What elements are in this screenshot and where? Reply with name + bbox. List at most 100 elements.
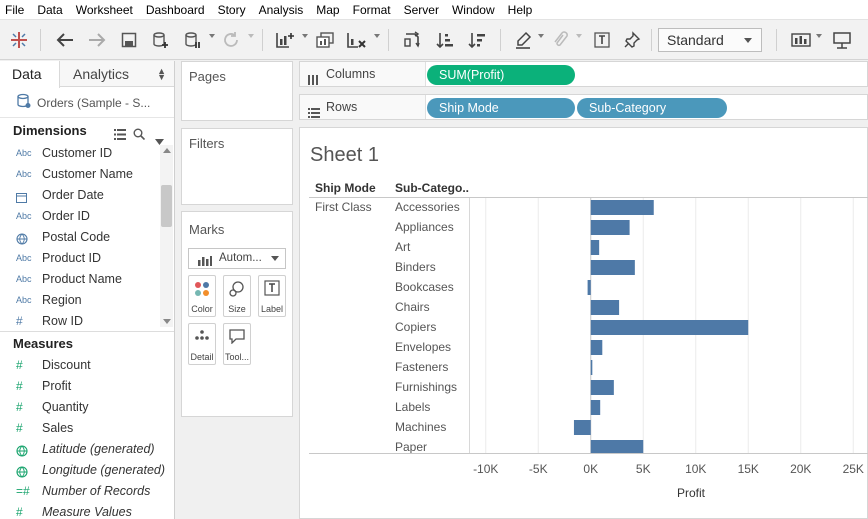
pill-sub-category[interactable]: Sub-Category — [577, 98, 727, 118]
measure-quantity[interactable]: # Quantity — [0, 397, 160, 418]
row-header-ship-mode[interactable]: First Class — [315, 200, 372, 214]
dimension-customer-name[interactable]: Abc Customer Name — [0, 164, 160, 185]
refresh-icon[interactable] — [219, 28, 243, 52]
pill-sum-profit[interactable]: SUM(Profit) — [427, 65, 575, 85]
save-icon[interactable] — [117, 28, 141, 52]
sort-ascending-icon[interactable] — [433, 28, 457, 52]
bar-accessories[interactable] — [590, 200, 654, 215]
pause-updates-icon[interactable] — [181, 28, 205, 52]
row-header-appliances[interactable]: Appliances — [395, 220, 454, 234]
bar-furnishings[interactable] — [590, 380, 614, 395]
measure-profit[interactable]: # Profit — [0, 376, 160, 397]
pill-ship-mode[interactable]: Ship Mode — [427, 98, 575, 118]
fit-mode-dropdown[interactable]: Standard — [658, 28, 762, 52]
dimension-region[interactable]: Abc Region — [0, 290, 160, 311]
bar-copiers[interactable] — [590, 320, 749, 335]
row-header-accessories[interactable]: Accessories — [395, 200, 460, 214]
group-members-icon[interactable] — [548, 28, 572, 52]
size-button[interactable]: Size — [223, 275, 251, 317]
bar-paper[interactable] — [590, 440, 644, 454]
filters-card[interactable]: Filters — [181, 128, 293, 205]
bar-envelopes[interactable] — [590, 340, 603, 355]
bar-bookcases[interactable] — [587, 280, 591, 295]
menu-analysis[interactable]: Analysis — [254, 0, 312, 20]
menu-story[interactable]: Story — [213, 0, 254, 20]
presentation-mode-icon[interactable] — [830, 28, 854, 52]
dimension-product-id[interactable]: Abc Product ID — [0, 248, 160, 269]
menu-format[interactable]: Format — [348, 0, 399, 20]
bar-art[interactable] — [590, 240, 600, 255]
bar-appliances[interactable] — [590, 220, 630, 235]
fix-axes-pin-icon[interactable] — [620, 28, 644, 52]
dimensions-scrollbar[interactable] — [160, 145, 173, 327]
measure-latitude-generated[interactable]: Latitude (generated) — [0, 439, 160, 460]
bar-chairs[interactable] — [590, 300, 620, 315]
row-header-bookcases[interactable]: Bookcases — [395, 280, 454, 294]
highlight-icon[interactable] — [511, 28, 535, 52]
measure-measure-values[interactable]: # Measure Values — [0, 502, 160, 519]
x-tick-label: 5K — [635, 462, 651, 476]
show-mark-labels-icon[interactable] — [590, 28, 614, 52]
ship-mode-header[interactable]: Ship Mode — [315, 181, 376, 195]
row-header-machines[interactable]: Machines — [395, 420, 446, 434]
duplicate-sheet-icon[interactable] — [313, 28, 337, 52]
measure-sales[interactable]: # Sales — [0, 418, 160, 439]
dimension-product-name[interactable]: Abc Product Name — [0, 269, 160, 290]
mark-type-dropdown[interactable]: Autom... — [188, 248, 286, 269]
menu-map[interactable]: Map — [311, 0, 347, 20]
undo-icon[interactable] — [53, 28, 77, 52]
dimension-order-id[interactable]: Abc Order ID — [0, 206, 160, 227]
dimension-order-date[interactable]: Order Date — [0, 185, 160, 206]
x-tick-label: 0K — [583, 462, 599, 476]
color-button[interactable]: Color — [188, 275, 216, 317]
row-header-labels[interactable]: Labels — [395, 400, 430, 414]
row-header-chairs[interactable]: Chairs — [395, 300, 430, 314]
row-header-envelopes[interactable]: Envelopes — [395, 340, 451, 354]
label-button[interactable]: Label — [258, 275, 286, 317]
tab-menu-icon[interactable]: ▲ ▼ — [157, 67, 166, 82]
pages-card[interactable]: Pages — [181, 61, 293, 121]
new-worksheet-icon[interactable] — [273, 28, 297, 52]
x-axis-title[interactable]: Profit — [677, 486, 705, 500]
row-header-art[interactable]: Art — [395, 240, 410, 254]
dimension-row-id[interactable]: # Row ID — [0, 311, 160, 332]
rows-shelf[interactable]: Rows Ship Mode Sub-Category — [299, 94, 868, 120]
bar-binders[interactable] — [590, 260, 635, 275]
menu-dashboard[interactable]: Dashboard — [141, 0, 213, 20]
swap-rows-columns-icon[interactable] — [400, 28, 424, 52]
redo-icon[interactable] — [85, 28, 109, 52]
measure-longitude-generated[interactable]: Longitude (generated) — [0, 460, 165, 481]
menu-window[interactable]: Window — [447, 0, 503, 20]
clear-sheet-icon[interactable] — [345, 28, 369, 52]
measure-discount[interactable]: # Discount — [0, 355, 160, 376]
show-cards-icon[interactable] — [789, 28, 813, 52]
sheet-title[interactable]: Sheet 1 — [310, 144, 379, 167]
row-header-binders[interactable]: Binders — [395, 260, 436, 274]
measure-number-of-records[interactable]: =# Number of Records — [0, 481, 160, 502]
tableau-logo-icon[interactable] — [8, 28, 30, 52]
tab-analytics[interactable]: Analytics ▲ ▼ — [60, 61, 174, 87]
bar-machines[interactable] — [573, 420, 591, 435]
sub-category-header[interactable]: Sub-Catego.. — [395, 181, 469, 195]
row-header-fasteners[interactable]: Fasteners — [395, 360, 448, 374]
tab-data[interactable]: Data — [0, 61, 60, 88]
columns-shelf[interactable]: Columns SUM(Profit) — [299, 61, 868, 87]
new-data-source-icon[interactable] — [149, 28, 173, 52]
dimension-postal-code[interactable]: Postal Code — [0, 227, 160, 248]
detail-button[interactable]: Detail — [188, 323, 216, 365]
row-header-paper[interactable]: Paper — [395, 440, 427, 454]
field-label: Order ID — [42, 209, 90, 223]
menu-worksheet[interactable]: Worksheet — [71, 0, 141, 20]
row-header-copiers[interactable]: Copiers — [395, 320, 436, 334]
bar-labels[interactable] — [590, 400, 601, 415]
dimension-customer-id[interactable]: Abc Customer ID — [0, 143, 160, 164]
row-header-furnishings[interactable]: Furnishings — [395, 380, 457, 394]
menu-server[interactable]: Server — [399, 0, 447, 20]
sort-descending-icon[interactable] — [465, 28, 489, 52]
bar-fasteners[interactable] — [590, 360, 593, 375]
menu-data[interactable]: Data — [32, 0, 70, 20]
menu-file[interactable]: File — [0, 0, 32, 20]
tooltip-button[interactable]: Tool... — [223, 323, 251, 365]
data-source-item[interactable]: Orders (Sample - S... — [0, 88, 174, 118]
menu-help[interactable]: Help — [503, 0, 541, 20]
